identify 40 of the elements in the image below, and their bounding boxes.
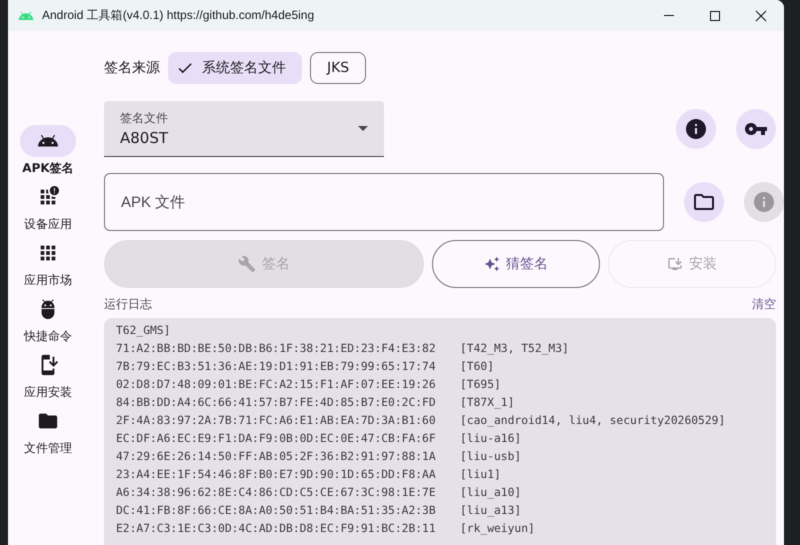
window-title: Android 工具箱(v4.0.1) https://github.com/h4de5ing — [42, 7, 316, 24]
field-label: 签名来源 — [104, 59, 160, 77]
fingerprint-text: E2:A7:C3:1E:C3:0D:4C:AD:DB:D8:EC:F9:91:BC:2B:11 — [116, 521, 437, 537]
clear-link[interactable]: 清空 — [752, 296, 776, 312]
device-list-text: [rk_weiyun] — [460, 521, 535, 537]
nav-item[interactable]: 快捷命令 — [8, 291, 88, 345]
action-button[interactable]: 猜签名 — [432, 240, 600, 288]
nav-item[interactable]: 文件管理 — [8, 403, 88, 457]
fingerprint-text: 7B:79:EC:B3:51:36:AE:19:D1:91:EB:79:99:65:17:74 — [116, 359, 437, 375]
fingerprint-text: 2F:4A:83:97:2A:7B:71:FC:A6:E1:AB:EA:7D:3A:B1:60 — [116, 413, 437, 429]
nav-item[interactable]: APK签名 — [8, 123, 88, 177]
device-list-text: [liu-usb] — [460, 449, 522, 465]
device-list-text: [T87X_1] — [460, 395, 514, 411]
dropdown-field[interactable]: 签名文件 A80ST — [104, 101, 384, 157]
device-list-text: [liu_a10] — [460, 485, 522, 501]
fingerprint-text: A6:34:38:96:62:8E:C4:86:CD:C5:CE:67:3C:98:1E:7E — [116, 485, 437, 501]
nav-item[interactable]: 应用市场 — [8, 235, 88, 289]
nav-item[interactable]: 设备应用 — [8, 179, 88, 233]
log-title: 运行日志 — [104, 296, 152, 312]
device-list-text: [T60] — [460, 359, 494, 375]
fingerprint-text: DC:41:FB:8F:66:CE:8A:A0:50:51:B4:BA:51:35:A2:3B — [116, 503, 437, 519]
nav-item[interactable]: 应用安装 — [8, 347, 88, 401]
fingerprint-text: 71:A2:BB:BD:BE:50:DB:B6:1F:38:21:ED:23:F4:E3:82 — [116, 341, 437, 357]
apk-file-field[interactable]: APK 文件 — [104, 173, 664, 231]
device-list-text: [liu_a13] — [460, 503, 522, 519]
device-list-text: [T695] — [460, 377, 501, 393]
device-list-text: [liu1] — [460, 467, 501, 483]
filter-chip[interactable]: JKS — [310, 52, 366, 84]
log-line: T62_GMS] — [116, 323, 170, 339]
device-list-text: [T42_M3, T52_M3] — [460, 341, 569, 357]
fingerprint-text: EC:DF:A6:EC:E9:F1:DA:F9:0B:0D:EC:0E:47:CB:FA:6F — [116, 431, 437, 447]
field-label: 签名文件 — [120, 110, 169, 127]
field-value: A80ST — [120, 129, 170, 147]
filter-chip[interactable]: 系统签名文件 — [168, 52, 302, 84]
fingerprint-text: 02:D8:D7:48:09:01:BE:FC:A2:15:F1:AF:07:EE:19:26 — [116, 377, 437, 393]
device-list-text: [liu-a16] — [460, 431, 522, 447]
device-list-text: [cao_android14, liu4, security20260529] — [460, 413, 726, 429]
fingerprint-text: 47:29:6E:26:14:50:FF:AB:05:2F:36:B2:91:97:88:1A — [116, 449, 437, 465]
fingerprint-text: 84:BB:DD:A4:6C:66:41:57:B7:FE:4D:85:B7:E0:2C:FD — [116, 395, 437, 411]
fingerprint-text: 23:A4:EE:1F:54:46:8F:B0:E7:9D:90:1D:65:DD:F8:AA — [116, 467, 437, 483]
